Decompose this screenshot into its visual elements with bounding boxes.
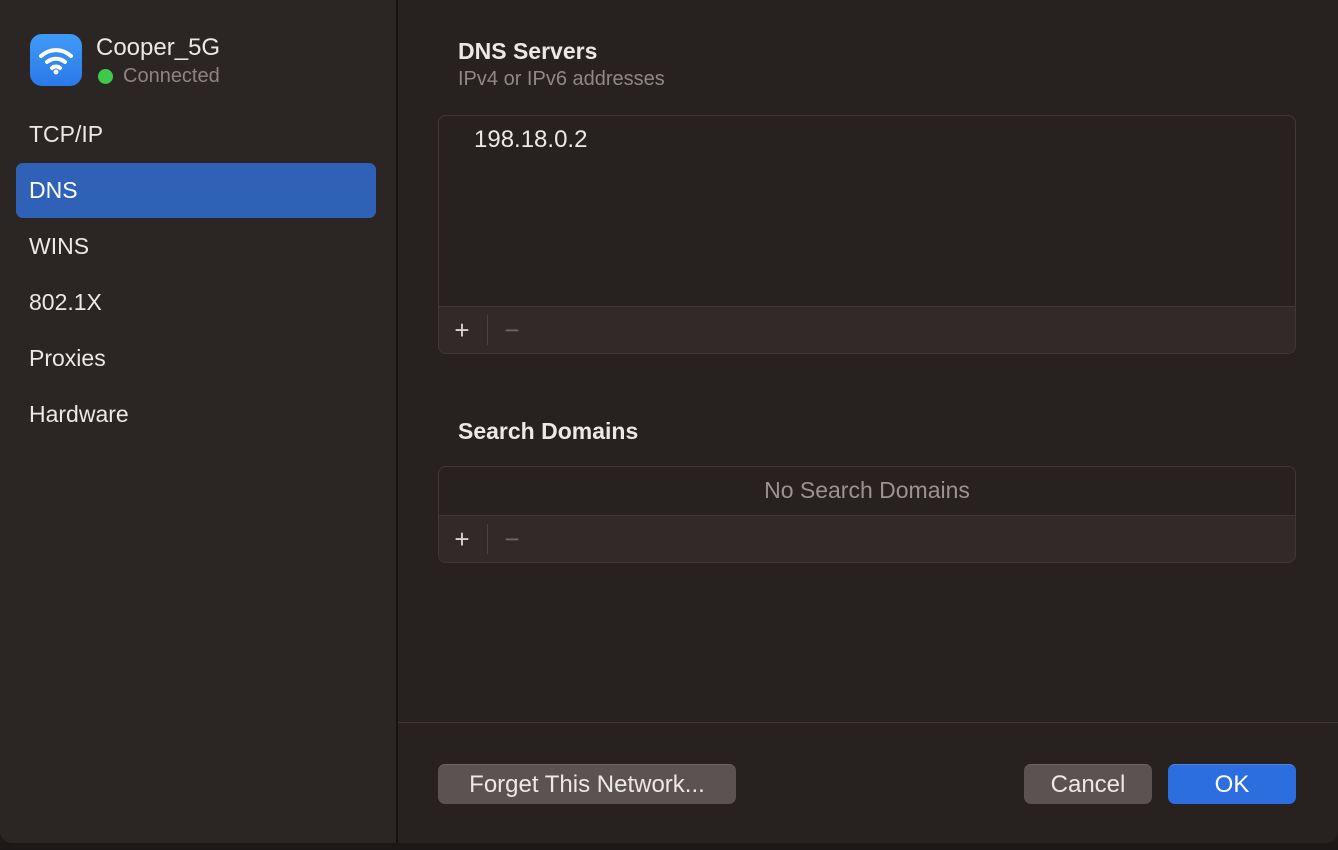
- desktop-background: [0, 843, 1338, 850]
- dns-server-entry[interactable]: 198.18.0.2: [474, 126, 587, 154]
- sidebar-item-tcpip[interactable]: TCP/IP: [16, 107, 376, 162]
- add-dns-server-button[interactable]: +: [439, 307, 485, 353]
- cancel-button[interactable]: Cancel: [1024, 764, 1152, 804]
- search-domains-title: Search Domains: [458, 418, 639, 444]
- network-header: Cooper_5G Connected: [30, 32, 370, 92]
- sidebar-item-dns[interactable]: DNS: [16, 163, 376, 218]
- search-domains-list-toolbar: + −: [439, 515, 1295, 562]
- dns-servers-title: DNS Servers: [458, 38, 598, 64]
- connected-status-dot-icon: [98, 69, 113, 84]
- forget-network-button[interactable]: Forget This Network...: [438, 764, 736, 804]
- wifi-icon: [30, 34, 82, 86]
- sidebar-item-hardware[interactable]: Hardware: [16, 387, 376, 442]
- add-search-domain-button[interactable]: +: [439, 516, 485, 562]
- remove-dns-server-button[interactable]: −: [489, 307, 535, 353]
- sidebar-item-8021x[interactable]: 802.1X: [16, 275, 376, 330]
- ok-button[interactable]: OK: [1168, 764, 1296, 804]
- toolbar-separator: [487, 524, 488, 554]
- dns-servers-list[interactable]: 198.18.0.2 + −: [438, 115, 1296, 354]
- remove-search-domain-button[interactable]: −: [489, 516, 535, 562]
- sidebar-item-wins[interactable]: WINS: [16, 219, 376, 274]
- network-status: Connected: [96, 65, 220, 89]
- dns-servers-subtitle: IPv4 or IPv6 addresses: [458, 68, 665, 90]
- sidebar-item-proxies[interactable]: Proxies: [16, 331, 376, 386]
- toolbar-separator: [487, 315, 488, 345]
- network-details-window: Cooper_5G Connected TCP/IP DNS WINS 802.…: [0, 0, 1338, 843]
- network-status-label: Connected: [123, 65, 220, 87]
- search-domains-empty-message: No Search Domains: [764, 477, 970, 503]
- sidebar: Cooper_5G Connected TCP/IP DNS WINS 802.…: [0, 0, 398, 843]
- dns-servers-list-toolbar: + −: [439, 306, 1295, 353]
- network-name: Cooper_5G: [96, 34, 221, 61]
- search-domains-list[interactable]: No Search Domains + −: [438, 466, 1296, 563]
- footer-divider: [398, 722, 1338, 723]
